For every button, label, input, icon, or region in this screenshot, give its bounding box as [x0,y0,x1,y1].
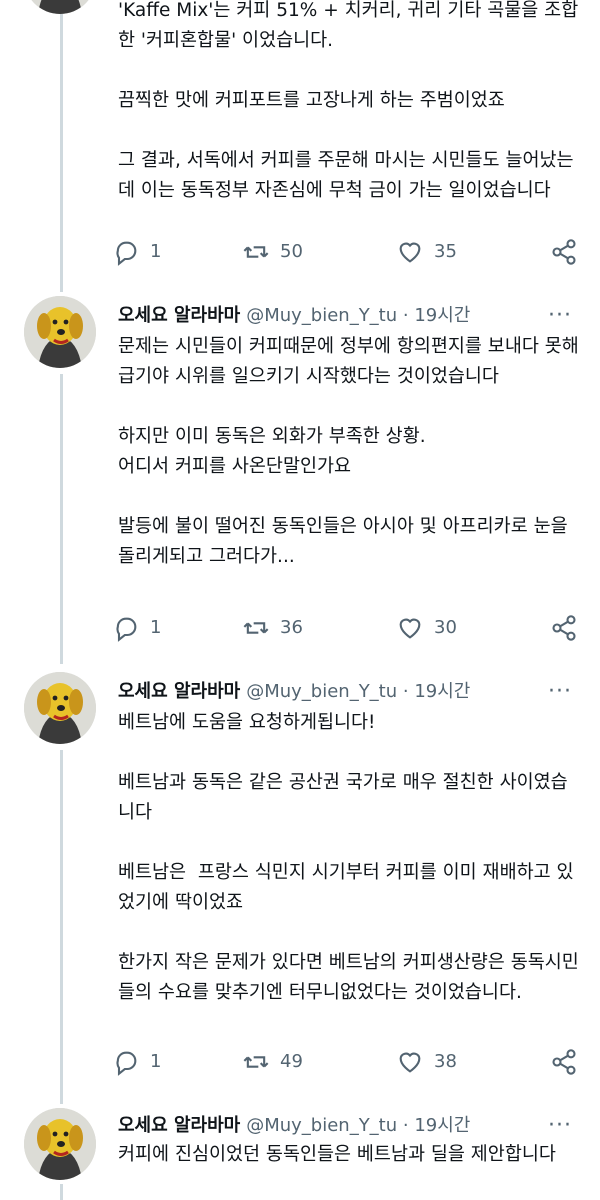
share-icon [552,239,576,265]
avatar[interactable] [24,672,96,744]
avatar[interactable] [24,0,96,14]
reply-button[interactable]: 1 [112,610,161,646]
share-button[interactable] [550,234,588,270]
retweet-icon [243,1056,269,1068]
more-icon[interactable]: ··· [548,300,572,332]
tweet-text: 그 결과, 서독에서 커피를 주문해 마시는 시민들도 늘어났는데 이는 동독정… [118,150,574,201]
tweet[interactable]: 오세요 알라바마 @Muy_bien_Y_tu · 19시간 ··· 커피에 진심… [0,1108,600,1200]
retweet-count: 36 [280,617,303,638]
display-name[interactable]: 오세요 알라바마 [118,1115,240,1136]
retweet-button[interactable]: 49 [242,1044,303,1080]
handle-and-time[interactable]: @Muy_bien_Y_tu · 19시간 [246,681,470,702]
display-name[interactable]: 오세요 알라바마 [118,681,240,702]
reply-count: 1 [150,617,162,638]
tweet-actions: 1 49 38 [112,1044,582,1080]
tweet-text: 끔찍한 맛에 커피포트를 고장나게 하는 주범이었죠 [118,90,505,111]
tweet-text: 한가지 작은 문제가 있다면 베트남의 커피생산량은 동독시민들의 수요를 맞추… [118,952,579,1003]
retweet-button[interactable]: 36 [242,610,303,646]
retweet-button[interactable]: 50 [242,234,303,270]
handle-and-time[interactable]: @Muy_bien_Y_tu · 19시간 [246,1115,470,1136]
tweet-actions: 1 50 35 [112,234,582,270]
display-name[interactable]: 오세요 알라바마 [118,305,240,326]
tweet-header: 오세요 알라바마 @Muy_bien_Y_tu · 19시간 ··· [118,300,572,332]
share-button[interactable] [550,1044,588,1080]
tweet-text: 'Kaffe Mix'는 커피 51% + 치커리, 귀리 기타 곡물을 조합한… [118,0,579,51]
retweet-count: 50 [280,241,303,262]
reply-icon [116,1051,137,1076]
avatar[interactable] [24,296,96,368]
tweet-header: 오세요 알라바마 @Muy_bien_Y_tu · 19시간 ··· [118,676,572,708]
share-icon [552,615,576,641]
like-icon [399,618,421,639]
like-count: 35 [434,241,457,262]
tweet-text: 베트남은 프랑스 식민지 시기부터 커피를 이미 재배하고 있었기에 딱이었죠 [118,862,574,913]
handle-and-time[interactable]: @Muy_bien_Y_tu · 19시간 [246,305,470,326]
dog-avatar-icon [24,0,96,14]
tweet-text: 베트남과 동독은 같은 공산권 국가로 매우 절친한 사이였습니다 [118,772,568,823]
like-icon [399,1052,421,1073]
dog-avatar-icon [24,296,96,368]
tweet[interactable]: 오세요 알라바마 @Muy_bien_Y_tu · 19시간 ··· 베트남에 도… [0,672,600,1104]
retweet-count: 49 [280,1051,303,1072]
avatar[interactable] [24,1108,96,1180]
like-button[interactable]: 30 [396,610,457,646]
retweet-icon [243,246,269,258]
dog-avatar-icon [24,672,96,744]
tweet-text: 하지만 이미 동독은 외화가 부족한 상황. 어디서 커피를 사온단말인가요 [118,426,426,477]
more-icon[interactable]: ··· [548,1110,572,1142]
tweet-header: 오세요 알라바마 @Muy_bien_Y_tu · 19시간 ··· [118,1110,572,1142]
reply-button[interactable]: 1 [112,234,161,270]
tweet-text: 커피에 진심이었던 동독인들은 베트남과 딜을 제안합니다 [118,1144,556,1165]
tweet-text: 발등에 불이 떨어진 동독인들은 아시아 및 아프리카로 눈을 돌리게되고 그러… [118,516,574,567]
reply-count: 1 [150,1051,162,1072]
tweet[interactable]: 'Kaffe Mix'는 커피 51% + 치커리, 귀리 기타 곡물을 조합한… [0,0,600,290]
more-icon[interactable]: ··· [548,676,572,708]
tweet-text: 베트남에 도움을 요청하게됩니다! [118,712,376,733]
reply-count: 1 [150,241,162,262]
tweet-actions: 1 36 30 [112,610,582,646]
like-button[interactable]: 35 [396,234,457,270]
share-icon [552,1049,576,1075]
retweet-icon [243,622,269,634]
reply-icon [116,241,137,266]
reply-icon [116,617,137,642]
share-button[interactable] [550,610,588,646]
tweet-text: 문제는 시민들이 커피때문에 정부에 항의편지를 보내다 못해 급기야 시위를 … [118,336,585,387]
like-button[interactable]: 38 [396,1044,457,1080]
like-count: 38 [434,1051,457,1072]
like-icon [399,242,421,263]
dog-avatar-icon [24,1108,96,1180]
tweet[interactable]: 오세요 알라바마 @Muy_bien_Y_tu · 19시간 ··· 문제는 시민… [0,296,600,666]
like-count: 30 [434,617,457,638]
reply-button[interactable]: 1 [112,1044,161,1080]
